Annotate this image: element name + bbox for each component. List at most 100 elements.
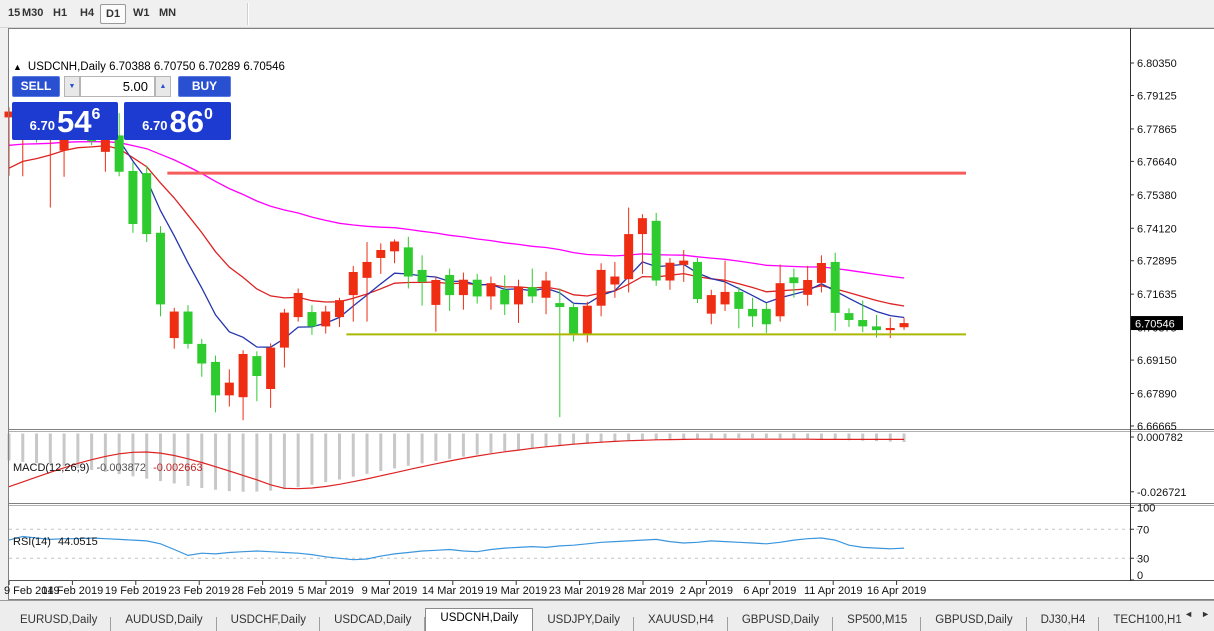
timeframe-button-h4[interactable]: H4 [75,4,99,24]
candle-body [803,280,812,295]
candle-body [707,295,716,314]
candle-body [280,313,289,348]
timeframe-button-m30[interactable]: M30 [17,4,48,24]
chart-tab-usdchf-2[interactable]: USDCHF,Daily [217,611,320,631]
tab-scroll-left-icon[interactable]: ◄ [1184,609,1193,619]
timeframe-button-d1[interactable]: D1 [100,4,126,24]
buy-price-base: 6.70 [142,118,167,133]
candle-body [294,293,303,317]
macd-label-row: MACD(12,26,9) -0.003872 -0.002663 [13,462,207,474]
candle-body [817,263,826,283]
candle-body [624,234,633,279]
timeframe-button-w1[interactable]: W1 [128,4,155,24]
date-label: 2 Apr 2019 [680,585,733,597]
candle-body [858,320,867,326]
chart-tab-gbpusd-9[interactable]: GBPUSD,Daily [921,611,1026,631]
timeframe-button-mn[interactable]: MN [154,4,181,24]
macd-tick-label: -0.026721 [1137,487,1187,499]
buy-button[interactable]: BUY [178,76,231,97]
candle-body [542,281,551,298]
candle-body [459,280,468,295]
candle-body [376,250,385,258]
current-price-label: 6.70546 [1135,319,1175,331]
price-tick-label: 6.76640 [1137,156,1177,168]
chart-tab-audusd-1[interactable]: AUDUSD,Daily [111,611,216,631]
date-label: 28 Feb 2019 [232,585,294,597]
date-label: 16 Apr 2019 [867,585,926,597]
collapse-triangle-icon[interactable]: ▲ [13,62,22,72]
candle-body [486,283,495,296]
candle-body [225,383,234,396]
date-label: 19 Mar 2019 [485,585,547,597]
sell-price-box[interactable]: 6.70 54 6 [12,102,118,140]
price-tick-label: 6.75380 [1137,190,1177,202]
chart-tab-tech100-11[interactable]: TECH100,H1 [1099,611,1195,631]
rsi-tick-label: 70 [1137,524,1149,536]
candle-body [528,287,537,296]
chart-area: 6.803506.791256.778656.766406.753806.741… [0,28,1214,600]
candle-body [239,354,248,397]
candle-body [693,262,702,299]
candle-body [404,247,413,276]
date-label: 6 Apr 2019 [743,585,796,597]
candle-body [321,312,330,327]
candle-body [638,218,647,234]
candle-body [335,300,344,317]
rsi-tick-label: 100 [1137,503,1155,515]
chart-tab-eurusd-0[interactable]: EURUSD,Daily [6,611,111,631]
chart-title-row: ▲ USDCNH,Daily 6.70388 6.70750 6.70289 6… [13,61,285,73]
date-label: 19 Feb 2019 [105,585,167,597]
candle-body [583,306,592,335]
candle-body [514,287,523,304]
candle-body [776,283,785,316]
rsi-label: RSI(14) [13,536,51,548]
candle-body [307,312,316,326]
date-label: 9 Mar 2019 [362,585,418,597]
candle-body [211,362,220,395]
tab-scroll-arrows: ◄ ► [1184,609,1210,619]
chart-tab-usdjpy-5[interactable]: USDJPY,Daily [533,611,634,631]
candle-body [445,275,454,295]
candle-body [872,326,881,330]
chart-tab-usdcad-3[interactable]: USDCAD,Daily [320,611,425,631]
price-tick-label: 6.74120 [1137,223,1177,235]
chart-title: USDCNH,Daily 6.70388 6.70750 6.70289 6.7… [28,61,285,73]
candle-body [128,171,137,224]
candle-body [569,307,578,334]
candle-body [156,233,165,305]
candle-body [844,313,853,320]
sell-button[interactable]: SELL [12,76,60,97]
candle-body [197,344,206,364]
toolbar-separator [247,3,249,25]
chart-tab-usdcnh-4[interactable]: USDCNH,Daily [425,608,533,631]
tab-scroll-right-icon[interactable]: ► [1201,609,1210,619]
chart-tab-sp500-8[interactable]: SP500,M15 [833,611,921,631]
chart-tab-dj30-10[interactable]: DJ30,H4 [1027,611,1100,631]
buy-price-box[interactable]: 6.70 86 0 [124,102,231,140]
volume-input[interactable] [80,76,155,97]
chart-tab-gbpusd-7[interactable]: GBPUSD,Daily [728,611,833,631]
macd-tick-label: 0.000782 [1137,432,1183,444]
buy-price-big: 86 [169,106,203,137]
candle-body [762,309,771,324]
timeframe-button-h1[interactable]: H1 [48,4,72,24]
chart-tab-xauusd-6[interactable]: XAUUSD,H4 [634,611,728,631]
sell-price-base: 6.70 [30,118,55,133]
candle-body [500,290,509,305]
candle-body [252,356,261,376]
date-label: 23 Feb 2019 [168,585,230,597]
macd-signal-value: -0.002663 [153,462,203,474]
volume-decrease-button[interactable]: ▼ [64,76,80,97]
price-tick-label: 6.72895 [1137,256,1177,268]
price-tick-label: 6.71635 [1137,289,1177,301]
price-tick-label: 6.79125 [1137,90,1177,102]
candle-body [431,280,440,305]
candle-body [721,292,730,304]
candle-body [789,277,798,283]
date-label: 14 Mar 2019 [422,585,484,597]
price-tick-label: 6.77865 [1137,124,1177,136]
candle-body [734,292,743,309]
candle-body [555,303,564,307]
sell-price-big: 54 [57,106,91,137]
volume-increase-button[interactable]: ▲ [155,76,171,97]
